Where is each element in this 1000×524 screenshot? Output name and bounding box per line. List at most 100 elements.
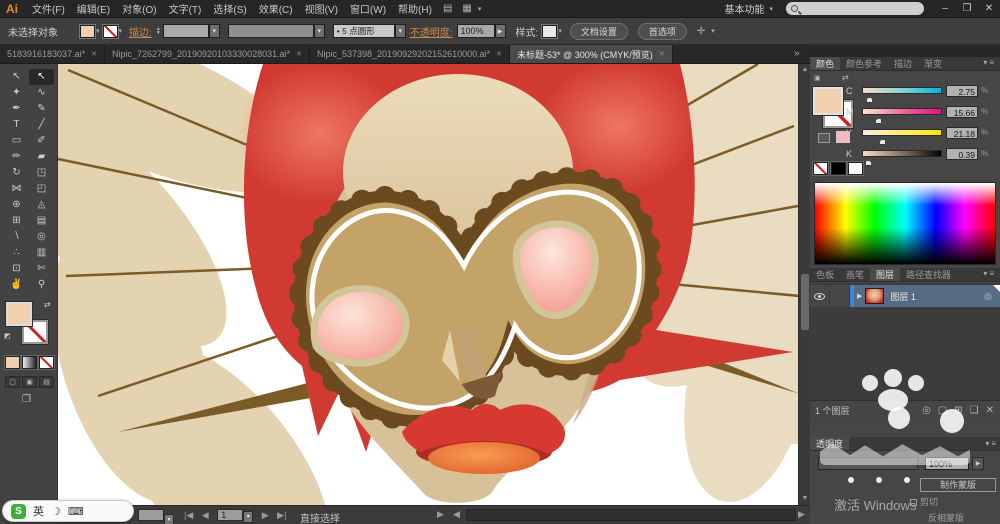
yellow-slider[interactable] — [862, 129, 942, 136]
free-transform-tool[interactable]: ◰ — [29, 181, 54, 197]
color-mode-button[interactable] — [5, 356, 20, 369]
tab-close-icon[interactable]: ✕ — [659, 50, 665, 58]
stroke-weight-stepper[interactable]: ▲ ▼ — [156, 27, 161, 35]
new-sublayer-icon[interactable]: ⊞ — [954, 405, 962, 416]
type-tool[interactable]: T — [4, 117, 29, 133]
panel-tab[interactable]: 图层 — [870, 268, 900, 281]
out-of-gamut-icon[interactable] — [818, 133, 830, 143]
opacity-link[interactable]: 不透明度: — [410, 24, 453, 39]
scale-tool[interactable]: ◳ — [29, 165, 54, 181]
new-layer-icon[interactable]: ❏ — [970, 405, 979, 416]
magenta-value-field[interactable]: 15.66 — [946, 106, 978, 118]
menu-item[interactable]: 文字(T) — [169, 1, 202, 16]
panel-tab[interactable]: 路径查找器 — [900, 268, 957, 281]
gradient-tool[interactable]: ▤ — [29, 213, 54, 229]
pen-tool[interactable]: ✒ — [4, 101, 29, 117]
tab-transparency[interactable]: 透明度 — [810, 437, 849, 450]
arrange-documents-dropdown-icon[interactable]: ▾ — [478, 5, 482, 13]
vscroll-thumb[interactable] — [801, 274, 809, 330]
opacity-field[interactable]: 100% — [457, 24, 495, 38]
mesh-tool[interactable]: ⊞ — [4, 213, 29, 229]
menu-item[interactable]: 视图(V) — [305, 1, 338, 16]
preferences-button[interactable]: 首选项 — [638, 23, 687, 40]
minimize-button[interactable]: – — [934, 3, 956, 14]
panel-tab[interactable]: 色板 — [810, 268, 840, 281]
menu-item[interactable]: 文件(F) — [32, 1, 65, 16]
ime-language-toggle[interactable]: 英 — [33, 503, 44, 519]
document-tab[interactable]: 5183916183037.ai* ✕ — [0, 45, 105, 63]
restore-button[interactable]: ❐ — [956, 3, 978, 14]
cyan-value-field[interactable]: 2.75 — [946, 85, 978, 97]
workspace-dropdown-icon[interactable]: ▾ — [769, 5, 773, 13]
menu-item[interactable]: 窗口(W) — [350, 1, 386, 16]
screen-mode-icon[interactable]: ❐ — [22, 394, 31, 405]
delete-layer-icon[interactable]: ✕ — [986, 405, 994, 416]
invert-mask-checkbox[interactable]: 反相蒙版 — [928, 511, 964, 524]
pencil-tool[interactable]: ✎ — [29, 101, 54, 117]
style-swatch[interactable] — [542, 25, 557, 38]
transparency-opacity-field[interactable]: 100% — [925, 457, 969, 470]
tab-close-icon[interactable]: ✕ — [296, 50, 302, 58]
none-mode-button[interactable] — [39, 356, 54, 369]
search-input[interactable] — [786, 2, 924, 15]
line-segment-tool[interactable]: ╱ — [29, 117, 54, 133]
panel-tab[interactable]: 描边 — [888, 57, 918, 70]
make-clip-mask-icon[interactable]: ▢ — [938, 405, 947, 416]
menu-item[interactable]: 选择(S) — [213, 1, 246, 16]
symbol-sprayer-tool[interactable]: ∴ — [4, 245, 29, 261]
make-mask-button[interactable]: 制作蒙版 — [920, 478, 996, 492]
gradient-mode-button[interactable] — [22, 356, 37, 369]
zoom-tool[interactable]: ⚲ — [29, 277, 54, 293]
workspace-switcher[interactable]: 基本功能 — [724, 1, 764, 16]
yellow-value-field[interactable]: 21.18 — [946, 127, 978, 139]
artboard-dropdown-icon[interactable]: ▾ — [243, 511, 253, 523]
artboard-tool[interactable]: ⊡ — [4, 261, 29, 277]
eraser-tool[interactable]: ▰ — [29, 149, 54, 165]
sogou-logo-icon[interactable]: S — [11, 504, 26, 519]
artboard-number-field[interactable]: 1 — [217, 509, 243, 521]
canvas-vscrollbar[interactable]: ▲ ▼ — [798, 64, 810, 505]
stroke-weight-field[interactable] — [163, 24, 209, 38]
shape-builder-tool[interactable]: ⊛ — [4, 197, 29, 213]
direct-selection-tool[interactable]: ↖ — [29, 69, 54, 85]
canvas[interactable] — [58, 64, 798, 505]
hand-tool[interactable]: ✌ — [4, 277, 29, 293]
fill-color-swatch[interactable] — [80, 25, 95, 38]
lock-toggle[interactable] — [830, 285, 850, 307]
hscroll-right-icon[interactable]: ▶ — [798, 509, 805, 520]
hscroll-left-cap-icon[interactable]: ▶ — [437, 509, 444, 520]
width-profile-dropdown[interactable]: ▾ — [314, 24, 325, 38]
none-swatch[interactable] — [813, 162, 828, 175]
nav-next-icon[interactable]: ▶ — [262, 510, 269, 520]
stepper-down-icon[interactable]: ▼ — [156, 31, 161, 35]
toolbar-fill-swatch[interactable] — [6, 302, 32, 326]
swap-fill-stroke-icon[interactable]: ⇄ — [44, 300, 51, 309]
opacity-arrow-icon[interactable]: ▶ — [972, 457, 984, 470]
layer-row[interactable]: ▶ 图层 1 ◎ — [810, 285, 1000, 307]
blend-tool[interactable]: ◎ — [29, 229, 54, 245]
draw-normal-mode-button[interactable]: ▢ — [5, 376, 20, 388]
layer-name[interactable]: 图层 1 — [890, 290, 916, 303]
slider-handle[interactable] — [866, 97, 873, 103]
locate-layer-icon[interactable]: ◎ — [922, 405, 931, 416]
brush-preset-field[interactable]: • 5 点圆形 — [333, 24, 395, 38]
arrange-documents-icon[interactable]: ▦ — [462, 3, 471, 14]
white-swatch[interactable] — [848, 162, 863, 175]
expand-icon[interactable]: ▶ — [857, 292, 862, 300]
color-spectrum[interactable] — [814, 182, 996, 265]
document-setup-button[interactable]: 文档设置 — [570, 23, 628, 40]
close-button[interactable]: ✕ — [978, 3, 1000, 14]
menu-item[interactable]: 对象(O) — [122, 1, 156, 16]
black-value-field[interactable]: 0.39 — [946, 148, 978, 160]
ime-moon-icon[interactable]: ☽ — [51, 505, 61, 518]
color-swap-icon[interactable]: ⇄ — [842, 73, 849, 82]
stroke-panel-link[interactable]: 描边: — [129, 24, 152, 39]
magenta-slider[interactable] — [862, 108, 942, 115]
select-similar-icon[interactable]: ✛ — [697, 26, 705, 37]
nav-last-icon[interactable]: ▶| — [277, 510, 286, 520]
color-panel-fill-swatch[interactable] — [813, 87, 843, 115]
tab-close-icon[interactable]: ✕ — [496, 50, 502, 58]
canvas-hscrollbar[interactable] — [466, 509, 796, 521]
column-graph-tool[interactable]: ▥ — [29, 245, 54, 261]
target-icon[interactable]: ◎ — [984, 291, 992, 302]
